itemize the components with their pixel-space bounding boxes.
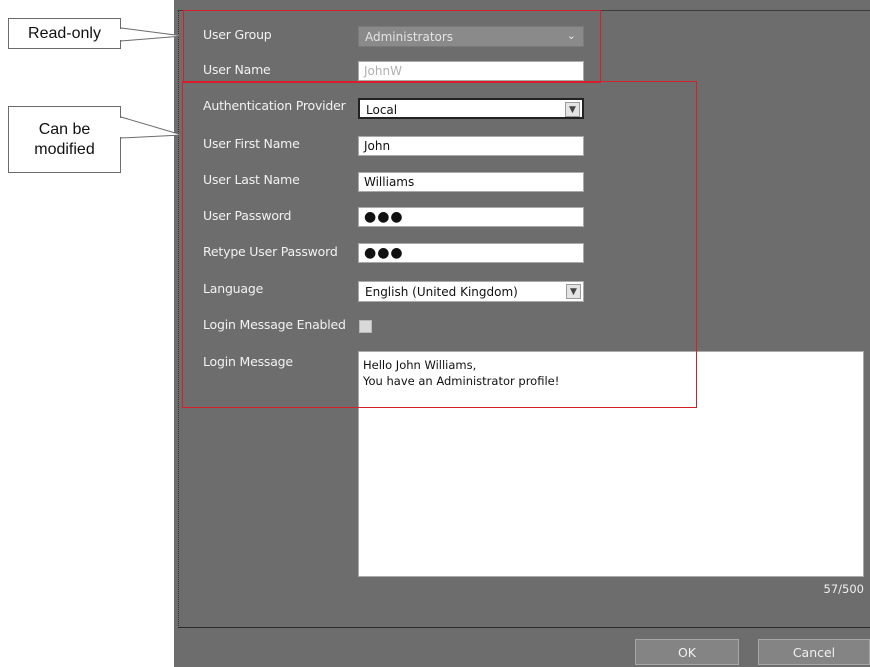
character-counter: 57/500 [823,582,864,596]
password-label: User Password [203,208,292,223]
auth-provider-label: Authentication Provider [203,98,346,113]
login-message-line: You have an Administrator profile! [363,374,560,388]
callout-can-be-modified: Can be modified [8,106,121,173]
retype-password-label: Retype User Password [203,244,338,259]
auth-provider-value: Local [366,103,398,117]
language-select[interactable]: English (United Kingdom) ▼ [358,281,584,302]
dropdown-arrow-icon[interactable]: ▼ [565,102,580,117]
cancel-button[interactable]: Cancel [758,639,870,665]
last-name-field[interactable]: Williams [358,172,584,192]
language-value: English (United Kingdom) [365,285,518,299]
login-message-label: Login Message [203,354,293,369]
chevron-down-icon: ⌄ [566,29,576,42]
dropdown-arrow-icon[interactable]: ▼ [566,284,581,299]
first-name-field[interactable]: John [358,136,584,156]
ok-button[interactable]: OK [635,639,739,665]
login-message-enabled-checkbox[interactable] [359,320,372,333]
user-edit-dialog: User Group Administrators ⌄ User Name Jo… [174,0,870,667]
login-message-enabled-label: Login Message Enabled [203,317,346,332]
can-be-modified-pointer [120,116,183,139]
retype-password-field[interactable]: ●●● [358,243,584,263]
user-group-label: User Group [203,27,272,42]
language-label: Language [203,281,264,296]
auth-provider-select[interactable]: Local ▼ [358,98,584,119]
login-message-textarea[interactable]: Hello John Williams, You have an Adminis… [358,351,864,577]
callout-read-only: Read-only [8,18,121,49]
first-name-label: User First Name [203,136,300,151]
user-name-field: JohnW [358,61,584,81]
user-name-label: User Name [203,62,271,77]
last-name-label: User Last Name [203,172,300,187]
password-field[interactable]: ●●● [358,207,584,227]
user-group-value: Administrators [365,30,454,44]
user-group-select: Administrators ⌄ [358,26,584,47]
login-message-line: Hello John Williams, [363,358,477,372]
